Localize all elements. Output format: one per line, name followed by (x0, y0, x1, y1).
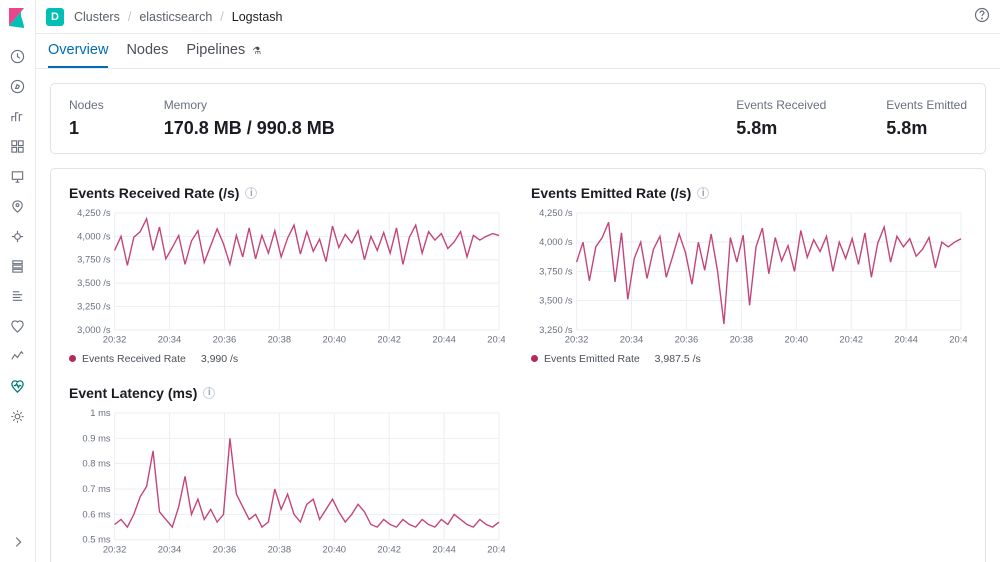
svg-text:20:32: 20:32 (103, 334, 127, 345)
help-icon[interactable] (974, 7, 990, 26)
collapse-icon[interactable] (11, 535, 25, 552)
info-icon[interactable]: i (203, 387, 215, 399)
uptime-icon[interactable] (9, 317, 27, 335)
svg-text:3,750 /s: 3,750 /s (539, 265, 573, 276)
info-icon[interactable]: i (697, 187, 709, 199)
svg-text:20:32: 20:32 (103, 543, 127, 554)
svg-text:20:46: 20:46 (487, 543, 505, 554)
info-icon[interactable]: i (245, 187, 257, 199)
svg-text:20:34: 20:34 (620, 334, 644, 345)
left-nav (0, 0, 36, 562)
visualize-icon[interactable] (9, 107, 27, 125)
svg-text:20:42: 20:42 (377, 543, 401, 554)
topbar: D Clusters / elasticsearch / Logstash (36, 0, 1000, 34)
breadcrumb-separator: / (128, 10, 131, 24)
svg-text:20:44: 20:44 (432, 543, 456, 554)
summary-nodes-label: Nodes (69, 98, 104, 112)
breadcrumb: Clusters / elasticsearch / Logstash (74, 10, 283, 24)
svg-text:1 ms: 1 ms (90, 407, 111, 418)
summary-memory: Memory 170.8 MB / 990.8 MB (164, 98, 335, 139)
svg-text:20:44: 20:44 (432, 334, 456, 345)
svg-text:0.6 ms: 0.6 ms (82, 508, 111, 519)
infra-icon[interactable] (9, 257, 27, 275)
svg-text:20:38: 20:38 (268, 334, 292, 345)
svg-text:4,000 /s: 4,000 /s (77, 230, 111, 241)
sub-tabs: Overview Nodes Pipelines ⚗ (36, 34, 1000, 69)
ml-icon[interactable] (9, 227, 27, 245)
tab-nodes[interactable]: Nodes (126, 42, 168, 68)
chart-emitted_rate: Events Emitted Rate (/s)i 4,250 /s 4,000 … (531, 185, 967, 365)
crumb-clusters[interactable]: Clusters (74, 10, 120, 24)
svg-text:20:36: 20:36 (213, 334, 237, 345)
tab-overview[interactable]: Overview (48, 42, 108, 68)
monitoring-icon[interactable] (9, 377, 27, 395)
svg-text:4,000 /s: 4,000 /s (539, 236, 573, 247)
deployment-badge[interactable]: D (46, 8, 64, 26)
charts-panel: Events Received Rate (/s)i 4,250 /s 4,000… (50, 168, 986, 562)
svg-text:0.7 ms: 0.7 ms (82, 483, 111, 494)
apm-icon[interactable] (9, 347, 27, 365)
canvas-icon[interactable] (9, 167, 27, 185)
chart-latency: Event Latency (ms)i 1 ms 0.9 ms 0.8 ms 0.7 … (69, 385, 505, 562)
svg-text:20:40: 20:40 (785, 334, 809, 345)
svg-text:20:36: 20:36 (675, 334, 699, 345)
summary-emitted-label: Events Emitted (886, 98, 967, 112)
svg-text:4,250 /s: 4,250 /s (539, 207, 573, 218)
svg-text:20:46: 20:46 (949, 334, 967, 345)
chart-legend: Events Emitted Rate 3,987.5 /s (531, 353, 967, 365)
discover-icon[interactable] (9, 77, 27, 95)
svg-text:3,750 /s: 3,750 /s (77, 254, 111, 265)
svg-text:20:46: 20:46 (487, 334, 505, 345)
summary-nodes: Nodes 1 (69, 98, 104, 139)
svg-text:3,250 /s: 3,250 /s (77, 300, 111, 311)
svg-text:20:44: 20:44 (894, 334, 918, 345)
svg-text:20:36: 20:36 (213, 543, 237, 554)
legend-dot-icon (69, 355, 76, 362)
chart-plot[interactable]: 4,250 /s 4,000 /s 3,750 /s 3,500 /s 3,250 /s… (69, 207, 505, 349)
summary-emitted: Events Emitted 5.8m (886, 98, 967, 139)
svg-text:20:32: 20:32 (565, 334, 589, 345)
svg-text:3,500 /s: 3,500 /s (539, 295, 573, 306)
summary-received: Events Received 5.8m (736, 98, 826, 139)
chart-legend: Events Received Rate 3,990 /s (69, 353, 505, 365)
summary-memory-label: Memory (164, 98, 335, 112)
summary-memory-value: 170.8 MB / 990.8 MB (164, 118, 335, 139)
maps-icon[interactable] (9, 197, 27, 215)
svg-text:20:38: 20:38 (730, 334, 754, 345)
summary-emitted-value: 5.8m (886, 118, 967, 139)
svg-text:20:42: 20:42 (377, 334, 401, 345)
summary-received-value: 5.8m (736, 118, 826, 139)
chart-plot[interactable]: 4,250 /s4,000 /s3,750 /s3,500 /s3,250 /s… (531, 207, 967, 349)
svg-text:0.9 ms: 0.9 ms (82, 432, 111, 443)
recent-icon[interactable] (9, 47, 27, 65)
svg-text:0.8 ms: 0.8 ms (82, 457, 111, 468)
chart-title: Events Emitted Rate (/s)i (531, 185, 967, 201)
dashboard-icon[interactable] (9, 137, 27, 155)
svg-text:20:42: 20:42 (839, 334, 863, 345)
svg-text:3,500 /s: 3,500 /s (77, 277, 111, 288)
svg-text:20:34: 20:34 (158, 334, 182, 345)
chart-received_rate: Events Received Rate (/s)i 4,250 /s 4,000… (69, 185, 505, 365)
crumb-elasticsearch[interactable]: elasticsearch (139, 10, 212, 24)
summary-received-label: Events Received (736, 98, 826, 112)
chart-title: Events Received Rate (/s)i (69, 185, 505, 201)
chart-title: Event Latency (ms)i (69, 385, 505, 401)
svg-text:20:40: 20:40 (323, 334, 347, 345)
beta-icon: ⚗ (252, 46, 261, 57)
summary-nodes-value: 1 (69, 118, 104, 139)
svg-text:20:38: 20:38 (268, 543, 292, 554)
kibana-logo-icon[interactable] (9, 8, 27, 31)
breadcrumb-separator: / (220, 10, 223, 24)
logs-icon[interactable] (9, 287, 27, 305)
crumb-logstash[interactable]: Logstash (232, 10, 283, 24)
svg-text:4,250 /s: 4,250 /s (77, 207, 111, 218)
summary-panel: Nodes 1 Memory 170.8 MB / 990.8 MB Event… (50, 83, 986, 154)
legend-dot-icon (531, 355, 538, 362)
svg-text:20:40: 20:40 (323, 543, 347, 554)
tab-pipelines[interactable]: Pipelines ⚗ (186, 42, 261, 68)
management-icon[interactable] (9, 407, 27, 425)
svg-text:20:34: 20:34 (158, 543, 182, 554)
chart-plot[interactable]: 1 ms0.9 ms0.8 ms0.7 ms0.6 ms0.5 ms20:322… (69, 407, 505, 559)
